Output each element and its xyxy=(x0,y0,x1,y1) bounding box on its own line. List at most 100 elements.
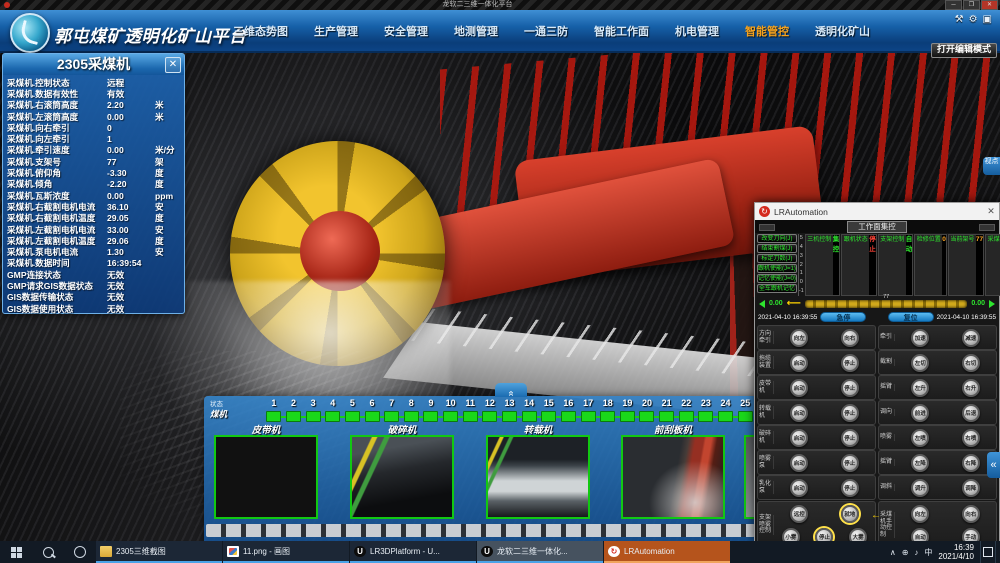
group-label: 转载机 xyxy=(758,406,774,419)
round-button[interactable]: 调升 xyxy=(911,479,929,497)
round-button[interactable]: 前进 xyxy=(911,404,929,422)
search-button[interactable] xyxy=(32,541,64,563)
panel-close-icon[interactable]: ✕ xyxy=(165,57,181,73)
round-button[interactable]: 左喷 xyxy=(911,429,929,447)
taskbar-app[interactable]: 11.png - 画图 xyxy=(223,541,349,563)
round-button[interactable]: 停止 xyxy=(841,379,859,397)
camera-video[interactable] xyxy=(486,435,590,519)
nav-item[interactable]: 智能管控 xyxy=(745,23,789,39)
round-button[interactable]: 停止 xyxy=(841,429,859,447)
round-button[interactable]: 启动 xyxy=(790,429,808,447)
cortana-button[interactable] xyxy=(64,541,96,563)
taskbar-app[interactable]: LRAutomation xyxy=(604,541,730,563)
display-icon[interactable]: ▣ xyxy=(983,14,992,25)
round-button[interactable]: 减速 xyxy=(962,329,980,347)
dragon-logo-icon xyxy=(10,13,50,53)
round-button[interactable]: 调降 xyxy=(962,479,980,497)
round-button[interactable]: 就地 xyxy=(841,505,859,523)
camera-thumbnail[interactable]: 转载机 xyxy=(486,422,590,519)
start-button[interactable] xyxy=(0,541,32,563)
taskbar-app[interactable]: 龙软二三维一体化... xyxy=(477,541,603,563)
support-number: 19 xyxy=(618,398,638,410)
camera-thumbnail[interactable]: 破碎机 xyxy=(350,422,454,519)
round-button[interactable]: 停止 xyxy=(841,354,859,372)
lr-close-icon[interactable]: ✕ xyxy=(983,206,999,217)
close-button[interactable]: ✕ xyxy=(981,0,998,10)
lr-status-table2: 采煤控制 运转 数据状态 有效 运行状态 左行 指令速度 2.24 牵引速度 0… xyxy=(985,234,1000,296)
wrench-icon[interactable]: ⚒ xyxy=(955,14,964,25)
nav-item[interactable]: 生产管理 xyxy=(314,23,358,39)
round-button[interactable]: 启动 xyxy=(790,379,808,397)
nav-item[interactable]: 三维态势图 xyxy=(233,23,288,39)
nav-item[interactable]: 智能工作面 xyxy=(594,23,649,39)
lr-command-button[interactable]: 跟机使能(J=1) xyxy=(757,264,797,273)
round-button[interactable]: 启动 xyxy=(790,479,808,497)
round-button[interactable]: 左升 xyxy=(911,379,929,397)
round-button[interactable]: 右喷 xyxy=(962,429,980,447)
round-button[interactable]: 加速 xyxy=(911,329,929,347)
app-icon xyxy=(227,546,239,557)
nav-item[interactable]: 安全管理 xyxy=(384,23,428,39)
camera-video[interactable] xyxy=(350,435,454,519)
lr-main-controls: 改变刀向(J)结束割煤(J)标定刀数(J)跟机使能(J=1)记忆使能(J=0)全… xyxy=(755,233,999,297)
nav-item[interactable]: 机电管理 xyxy=(675,23,719,39)
language-indicator[interactable]: 中 xyxy=(924,547,932,558)
round-button[interactable]: 向右 xyxy=(841,329,859,347)
camera-video[interactable] xyxy=(214,435,318,519)
round-button[interactable]: 启动 xyxy=(790,354,808,372)
chevron-up-icon[interactable]: ∧ xyxy=(890,548,896,557)
volume-icon[interactable]: ♪ xyxy=(914,548,918,557)
round-button[interactable]: 后退 xyxy=(962,404,980,422)
round-button[interactable]: 停止 xyxy=(841,454,859,472)
camera-panel-collapse-button[interactable]: « xyxy=(495,383,527,397)
round-button[interactable]: 停止 xyxy=(841,479,859,497)
round-button[interactable]: 左降 xyxy=(911,454,929,472)
telemetry-unit: 米/分 xyxy=(155,144,180,156)
lr-command-button[interactable]: 改变刀向(J) xyxy=(757,234,797,243)
minimize-button[interactable]: ─ xyxy=(945,0,962,10)
panel-collapse-chevron[interactable]: « xyxy=(987,452,1000,478)
round-button[interactable]: 向右 xyxy=(962,505,980,523)
lr-titlebar[interactable]: ↻ LRAutomation ✕ xyxy=(755,203,999,220)
viewpoint-tab[interactable]: 视点 xyxy=(983,157,1000,175)
camera-video[interactable] xyxy=(621,435,725,519)
reset-button[interactable]: 复位 xyxy=(888,312,934,322)
lr-command-button[interactable]: 结束割煤(J) xyxy=(757,244,797,253)
taskbar-app[interactable]: LR3DPlatform - U... xyxy=(350,541,476,563)
edit-mode-button[interactable]: 打开编辑模式 xyxy=(931,43,997,58)
round-button[interactable]: 启动 xyxy=(790,404,808,422)
lr-command-button[interactable]: 记忆使能(J=0) xyxy=(757,274,797,283)
lr-command-button[interactable]: 全车跟机记忆 xyxy=(757,284,797,293)
round-button[interactable]: 停止 xyxy=(841,404,859,422)
round-button[interactable]: 启动 xyxy=(790,454,808,472)
camera-thumbnail[interactable]: 前刮板机 xyxy=(621,422,725,519)
round-button[interactable]: 右切 xyxy=(962,354,980,372)
status-value: 77 xyxy=(976,235,983,295)
maximize-button[interactable]: ❐ xyxy=(963,0,980,10)
thumbnail-filmstrip[interactable] xyxy=(206,524,755,537)
nav-item[interactable]: 透明化矿山 xyxy=(815,23,870,39)
status-value: 停止 xyxy=(869,235,876,295)
taskbar-clock[interactable]: 16:39 2021/4/10 xyxy=(938,541,980,563)
nav-item[interactable]: 一通三防 xyxy=(524,23,568,39)
round-button[interactable]: 左切 xyxy=(911,354,929,372)
estop-button[interactable]: 急停 xyxy=(820,312,866,322)
nav-item[interactable]: 地测管理 xyxy=(454,23,498,39)
round-button[interactable]: 向左 xyxy=(790,329,808,347)
telemetry-value: 0.00 xyxy=(107,145,155,155)
notification-center-button[interactable] xyxy=(980,541,995,563)
taskbar-app[interactable]: 2305三维截图 xyxy=(96,541,222,563)
round-button[interactable]: 向左 xyxy=(911,505,929,523)
camera-thumbnail[interactable]: 皮带机 xyxy=(214,422,318,519)
group-label: 支架喷雾控制 xyxy=(758,515,774,535)
shearer-position-bar[interactable]: 77 xyxy=(805,300,967,308)
round-button[interactable]: 右升 xyxy=(962,379,980,397)
round-button[interactable]: 远控 xyxy=(790,505,808,523)
lr-command-button[interactable]: 标定刀数(J) xyxy=(757,254,797,263)
network-icon[interactable]: ⊕ xyxy=(902,548,909,557)
telemetry-unit: 米 xyxy=(155,99,180,111)
tab-face-control[interactable]: 工作面集控 xyxy=(847,221,907,233)
show-desktop-button[interactable] xyxy=(995,541,1000,563)
gear-icon[interactable]: ⚙ xyxy=(969,14,978,25)
round-button[interactable]: 右降 xyxy=(962,454,980,472)
